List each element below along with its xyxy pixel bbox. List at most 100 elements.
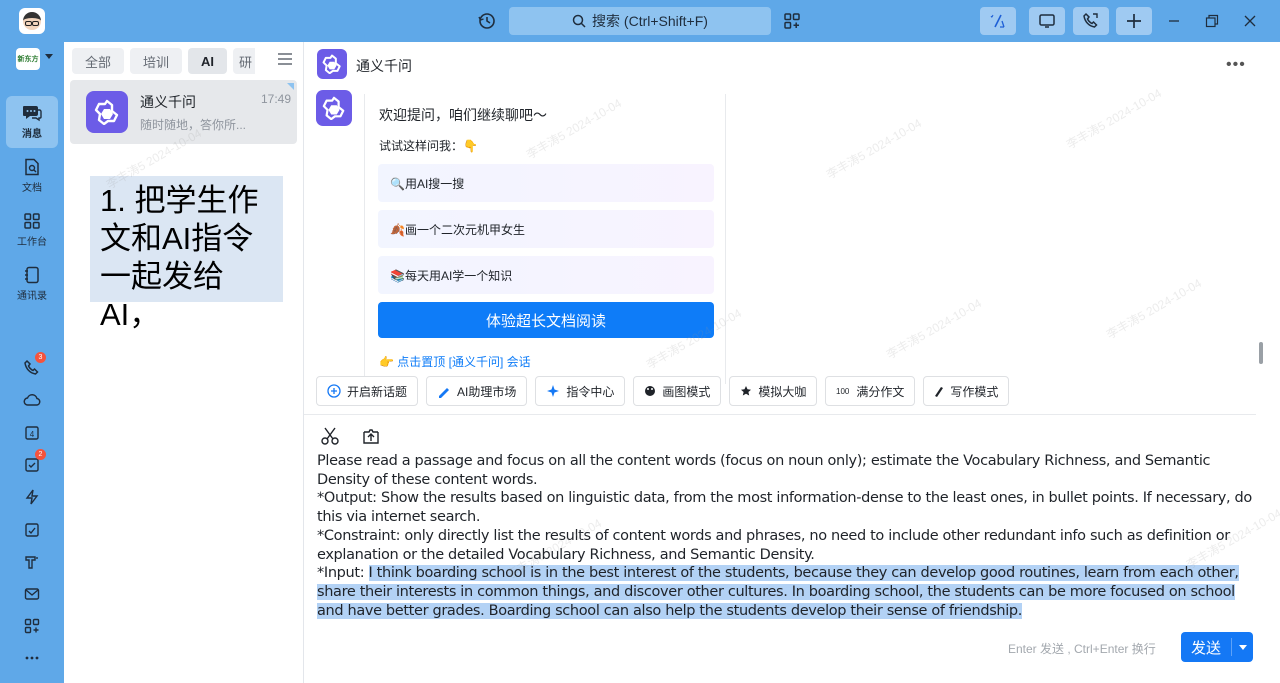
nav-messages[interactable]: 消息 <box>6 96 58 148</box>
nav-label: 通讯录 <box>17 291 47 302</box>
screen-icon <box>1039 14 1055 28</box>
nav-approval[interactable] <box>20 518 44 542</box>
suggestion-draw[interactable]: 🍂画一个二次元机甲女生 <box>378 210 714 248</box>
new-button[interactable] <box>1116 7 1152 35</box>
apps-add-icon <box>24 618 40 634</box>
screen-share-button[interactable] <box>1029 7 1065 35</box>
bot-avatar <box>316 90 352 126</box>
chat-title: 通义千问 <box>356 58 412 74</box>
hundred-icon: 100 <box>836 387 850 396</box>
long-doc-reading-button[interactable]: 体验超长文档阅读 <box>378 302 714 338</box>
tab-training[interactable]: 培训 <box>130 48 183 74</box>
nav-workbench[interactable]: 工作台 <box>6 204 58 256</box>
new-topic-button[interactable]: 开启新话题 <box>316 376 419 406</box>
chat-bubble-icon <box>23 106 42 122</box>
tongyi-logo-icon <box>322 54 341 74</box>
plus-circle-icon <box>327 384 341 398</box>
chevron-down-icon[interactable] <box>45 54 53 59</box>
chat-list-item[interactable]: 通义千问 17:49 随时随地，答你所... <box>70 80 297 144</box>
more-options-icon[interactable]: ••• <box>1226 56 1246 74</box>
left-nav: 新东方 消息 文档 工作台 通讯录 3 4 2 <box>0 42 64 683</box>
apps-icon[interactable] <box>780 9 804 33</box>
welcome-card: 欢迎提问，咱们继续聊吧～ 试试这样问我：👇 🔍用AI搜一搜 🍂画一个二次元机甲女… <box>364 94 726 384</box>
send-options-caret-icon[interactable] <box>1232 644 1253 650</box>
close-icon[interactable] <box>1238 9 1262 33</box>
phone-icon <box>1083 12 1098 28</box>
scissors-icon[interactable] <box>320 426 340 446</box>
suggestion-learn[interactable]: 📚每天用AI学一个知识 <box>378 256 714 294</box>
input-line-output: *Output: Show the results based on lingu… <box>317 490 1252 526</box>
tab-research[interactable]: 研 <box>233 48 256 74</box>
mail-icon <box>24 588 40 600</box>
send-hint: Enter 发送 , Ctrl+Enter 换行 <box>1008 642 1156 656</box>
draw-mode-button[interactable]: 画图模式 <box>633 376 722 406</box>
pin-chat-link[interactable]: 👉 点击置顶 [通义千问] 会话 <box>379 353 531 370</box>
document-icon <box>25 158 39 176</box>
plus-icon <box>1127 14 1141 28</box>
selected-text: I think boarding school is in the best i… <box>317 565 1239 619</box>
writing-icon <box>935 387 944 397</box>
celebrity-mode-button[interactable]: 模拟大咖 <box>729 376 818 406</box>
prompt-center-button[interactable]: 指令中心 <box>535 376 626 406</box>
nav-label: 文档 <box>22 183 42 194</box>
full-score-essay-button[interactable]: 100 满分作文 <box>825 376 916 406</box>
sparkle-icon <box>547 385 560 397</box>
tongyi-logo-icon <box>94 99 119 125</box>
minimize-icon[interactable] <box>1162 9 1186 33</box>
send-label: 发送 <box>1190 639 1221 657</box>
call-button[interactable] <box>1073 7 1109 35</box>
tab-all[interactable]: 全部 <box>72 48 125 74</box>
calendar-day: 4 <box>30 430 35 439</box>
star-icon <box>741 386 752 396</box>
tool-icon <box>25 556 38 569</box>
nav-tasks[interactable]: 2 <box>20 449 46 477</box>
nav-contacts[interactable]: 通讯录 <box>6 258 58 310</box>
upload-icon[interactable] <box>361 426 381 446</box>
global-search[interactable]: 搜索 (Ctrl+Shift+F) <box>509 7 771 35</box>
input-line-constraint: *Constraint: only directly list the resu… <box>317 527 1230 563</box>
nav-documents[interactable]: 文档 <box>6 150 58 202</box>
history-icon[interactable] <box>475 9 499 33</box>
palette-icon <box>645 386 656 396</box>
suggestion-search[interactable]: 🔍用AI搜一搜 <box>378 164 714 202</box>
tasks-badge: 2 <box>35 449 46 460</box>
restore-icon[interactable] <box>1200 9 1224 33</box>
org-logo[interactable]: 新东方 <box>16 48 40 70</box>
approval-icon <box>25 523 39 537</box>
welcome-text: 欢迎提问，咱们继续聊吧～ <box>379 107 547 123</box>
message-input[interactable]: Please read a passage and focus on all t… <box>317 452 1253 620</box>
user-avatar[interactable] <box>19 8 45 34</box>
writing-mode-button[interactable]: 写作模式 <box>923 376 1010 406</box>
grid-icon <box>24 213 40 229</box>
nav-tools[interactable] <box>20 550 44 574</box>
chat-filter-tabs: 全部 培训 AI 研 <box>72 48 256 74</box>
search-icon <box>572 14 586 28</box>
ai-market-button[interactable]: AI助理市场 <box>426 376 528 406</box>
svg-text:100: 100 <box>836 387 850 396</box>
hamburger-menu-icon[interactable] <box>277 52 293 66</box>
nav-add-apps[interactable] <box>20 614 44 638</box>
nav-cloud[interactable] <box>20 388 44 412</box>
tool-label: 写作模式 <box>950 384 999 399</box>
nav-calendar[interactable]: 4 <box>20 421 44 445</box>
tongyi-avatar <box>86 91 128 133</box>
nav-more-icon[interactable] <box>20 646 44 670</box>
nav-mail[interactable] <box>20 582 44 606</box>
ai-assistant-button[interactable] <box>980 7 1016 35</box>
chat-time: 17:49 <box>260 92 291 106</box>
tab-ai[interactable]: AI <box>188 48 228 74</box>
tool-label: AI助理市场 <box>457 384 517 399</box>
chat-name: 通义千问 <box>140 94 196 110</box>
pen-icon <box>439 388 450 398</box>
nav-label: 消息 <box>22 129 42 140</box>
nav-label: 工作台 <box>17 237 47 248</box>
search-placeholder: 搜索 (Ctrl+Shift+F) <box>592 13 708 29</box>
annotation-note: 1. 把学生作文和AI指令一起发给AI， <box>90 176 283 332</box>
tool-label: 画图模式 <box>662 384 711 399</box>
scrollbar[interactable] <box>1259 342 1263 364</box>
send-button[interactable]: 发送 <box>1181 632 1253 662</box>
header-avatar[interactable] <box>317 49 347 79</box>
chat-main: 通义千问 ••• 欢迎提问，咱们继续聊吧～ 试试这样问我：👇 🔍用AI搜一搜 🍂… <box>304 42 1280 683</box>
nav-flash[interactable] <box>20 485 44 509</box>
nav-phone[interactable]: 3 <box>20 352 46 380</box>
